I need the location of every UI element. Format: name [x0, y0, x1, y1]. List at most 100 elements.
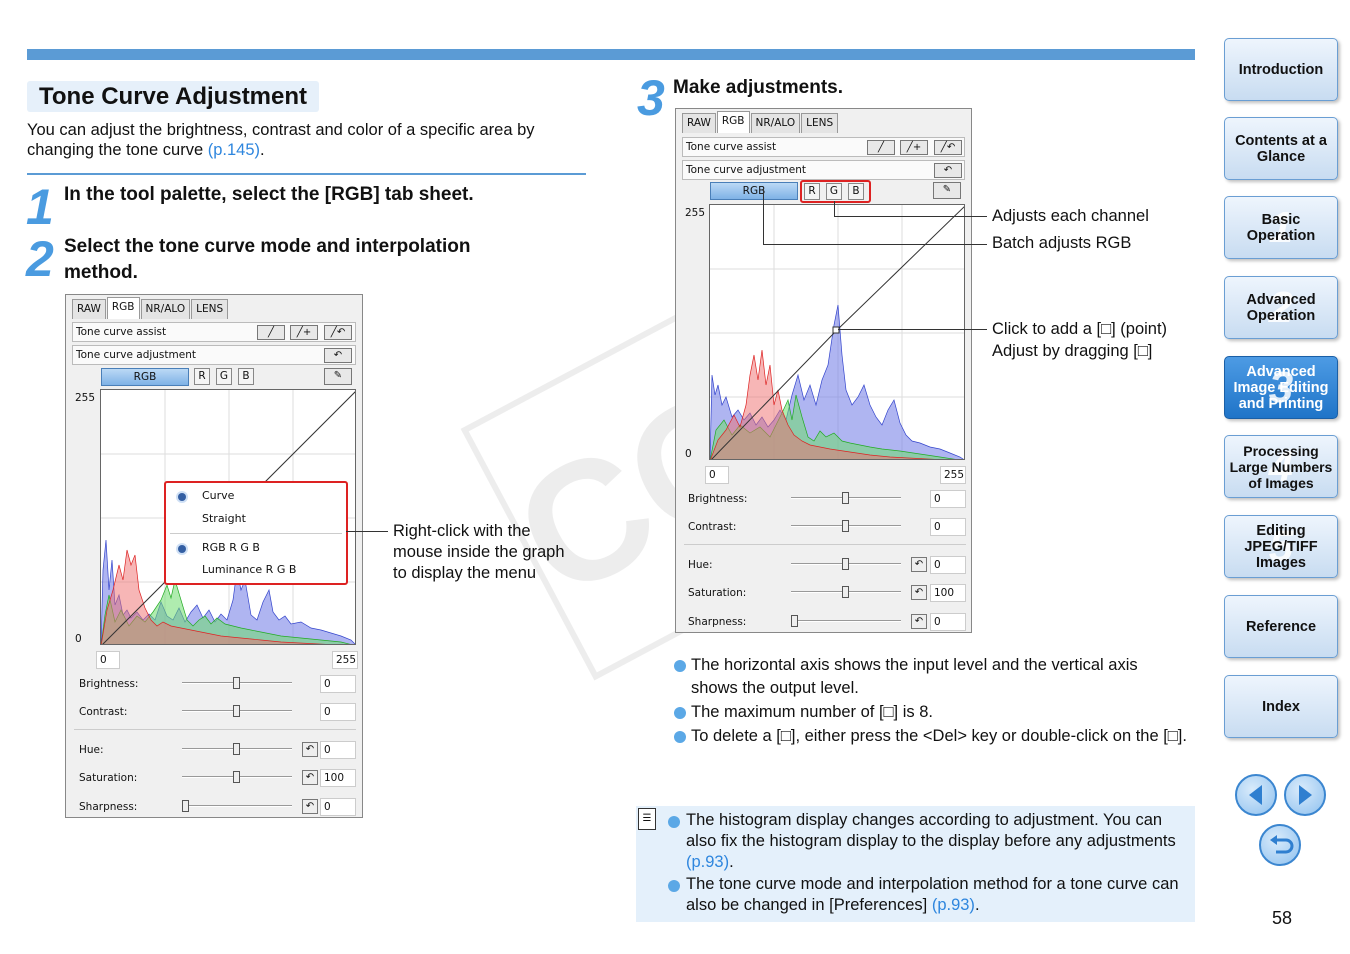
nav-advanced-image-editing[interactable]: 3 Advanced Image Editing and Printing — [1224, 356, 1338, 419]
saturation-value-right[interactable]: 100 — [930, 584, 966, 602]
menu-item-straight[interactable]: Straight — [202, 512, 246, 525]
eyedropper-icon-right[interactable]: ✎ — [933, 182, 961, 199]
note-b2-link[interactable]: (p.93) — [932, 896, 975, 914]
tab-rgb[interactable]: RGB — [106, 297, 140, 319]
channel-g-button-right[interactable]: G — [826, 183, 842, 200]
input-max-field-right[interactable]: 255 — [940, 466, 966, 484]
sharpness-reset-icon-right[interactable]: ↶ — [911, 614, 927, 629]
rgb-mode-button-right[interactable]: RGB — [710, 182, 798, 200]
hue-slider[interactable] — [233, 743, 240, 755]
brightness-value-right[interactable]: 0 — [930, 490, 966, 508]
sharpness-slider[interactable] — [182, 800, 189, 812]
brightness-value[interactable]: 0 — [320, 675, 356, 693]
assist-auto-button[interactable]: ╱ — [257, 325, 285, 340]
output-axis-min: 0 — [75, 633, 82, 645]
sharpness-value-right[interactable]: 0 — [930, 613, 966, 631]
saturation-label: Saturation: — [79, 772, 138, 784]
brightness-label-right: Brightness: — [688, 493, 748, 505]
bullet-dot-icon — [674, 731, 686, 743]
intro-text: You can adjust the brightness, contrast … — [27, 120, 587, 160]
tab-raw-right[interactable]: RAW — [682, 113, 716, 133]
nav-introduction[interactable]: Introduction — [1224, 38, 1338, 101]
channel-b-button[interactable]: B — [238, 368, 254, 385]
input-min-field-right[interactable]: 0 — [705, 466, 729, 484]
tab-lens-right[interactable]: LENS — [801, 113, 839, 133]
tab-nr-alo-right[interactable]: NR/ALO — [750, 113, 801, 133]
sharpness-slider-right[interactable] — [791, 615, 798, 627]
callout-line-rgb-v — [763, 188, 764, 244]
nav-advanced-operation[interactable]: 2 Advanced Operation — [1224, 276, 1338, 339]
memo-icon: ☰ — [638, 808, 656, 830]
menu-item-luminance[interactable]: Luminance R G B — [202, 563, 296, 576]
nav-processing-large[interactable]: 4 Processing Large Numbers of Images — [1224, 435, 1338, 498]
tab-raw[interactable]: RAW — [72, 299, 106, 319]
tone-curve-graph-right[interactable] — [709, 204, 965, 460]
tab-nr-alo[interactable]: NR/ALO — [140, 299, 191, 319]
note-bullet-1: The histogram display changes according … — [668, 810, 1188, 873]
intro-link[interactable]: (p.145) — [208, 141, 260, 159]
nav-reference-label: Reference — [1245, 618, 1317, 635]
hue-reset-icon[interactable]: ↶ — [302, 742, 318, 757]
brightness-slider-right[interactable] — [842, 492, 849, 504]
hue-value-right[interactable]: 0 — [930, 556, 966, 574]
channel-b-button-right[interactable]: B — [848, 183, 864, 200]
contrast-value-right[interactable]: 0 — [930, 518, 966, 536]
tone-curve-reset-button[interactable]: ↶ — [324, 348, 352, 363]
channel-r-button-right[interactable]: R — [804, 183, 820, 200]
contrast-value[interactable]: 0 — [320, 703, 356, 721]
bullet-dot-icon — [674, 707, 686, 719]
saturation-slider-right[interactable] — [842, 586, 849, 598]
input-max-field[interactable]: 255 — [332, 651, 358, 669]
tone-curve-reset-button-right[interactable]: ↶ — [934, 163, 962, 178]
nav-editing-jpeg[interactable]: 5 Editing JPEG/TIFF Images — [1224, 515, 1338, 578]
sharpness-value[interactable]: 0 — [320, 798, 356, 816]
contrast-slider[interactable] — [233, 705, 240, 717]
menu-item-curve[interactable]: Curve — [202, 489, 234, 502]
assist-auto-plus-button[interactable]: ╱+ — [290, 325, 318, 340]
assist-auto-button-right[interactable]: ╱ — [867, 140, 895, 155]
tool-palette-left: RAW RGB NR/ALO LENS Tone curve assist ╱ … — [65, 294, 363, 818]
saturation-reset-icon-right[interactable]: ↶ — [911, 585, 927, 600]
nav-reference[interactable]: Reference — [1224, 595, 1338, 658]
note-b1-link[interactable]: (p.93) — [686, 853, 729, 871]
contrast-label: Contrast: — [79, 706, 128, 718]
hue-value[interactable]: 0 — [320, 741, 356, 759]
input-min-field[interactable]: 0 — [96, 651, 120, 669]
step-1-text: In the tool palette, select the [RGB] ta… — [64, 184, 474, 205]
menu-item-rgb[interactable]: RGB R G B — [202, 541, 260, 554]
nav-introduction-label: Introduction — [1238, 61, 1324, 78]
assist-reset-button-right[interactable]: ╱↶ — [934, 140, 962, 155]
assist-reset-button[interactable]: ╱↶ — [324, 325, 352, 340]
next-page-button[interactable] — [1284, 774, 1326, 816]
saturation-reset-icon[interactable]: ↶ — [302, 770, 318, 785]
nav-advanced-label: Advanced Operation — [1246, 291, 1316, 324]
tab-lens[interactable]: LENS — [191, 299, 229, 319]
channel-r-button[interactable]: R — [194, 368, 210, 385]
nav-index[interactable]: Index — [1224, 675, 1338, 738]
prev-page-button[interactable] — [1235, 774, 1277, 816]
channel-g-button[interactable]: G — [216, 368, 232, 385]
nav-jpeg-label: Editing JPEG/TIFF Images — [1244, 522, 1318, 571]
hue-reset-icon-right[interactable]: ↶ — [911, 557, 927, 572]
callout-batch-rgb: Batch adjusts RGB — [992, 234, 1132, 252]
saturation-value[interactable]: 100 — [320, 769, 356, 787]
tool-palette-right: RAW RGB NR/ALO LENS Tone curve assist ╱ … — [675, 108, 972, 633]
brightness-slider[interactable] — [233, 677, 240, 689]
bullet-axis: The horizontal axis shows the input leve… — [674, 654, 1184, 700]
assist-auto-plus-button-right[interactable]: ╱+ — [900, 140, 928, 155]
sharpness-reset-icon[interactable]: ↶ — [302, 799, 318, 814]
contrast-slider-right[interactable] — [842, 520, 849, 532]
tab-rgb-right[interactable]: RGB — [716, 111, 750, 133]
hue-label-right: Hue: — [688, 559, 713, 571]
rgb-mode-button[interactable]: RGB — [101, 368, 189, 386]
nav-contents[interactable]: Contents at a Glance — [1224, 117, 1338, 180]
back-button[interactable] — [1259, 824, 1301, 866]
nav-basic-operation[interactable]: 1 Basic Operation — [1224, 196, 1338, 259]
eyedropper-icon[interactable]: ✎ — [324, 368, 352, 385]
callout-line-rgb-h — [763, 244, 987, 245]
saturation-slider[interactable] — [233, 771, 240, 783]
callout-line-channel-h — [834, 216, 987, 217]
output-axis-min-right: 0 — [685, 448, 692, 460]
callout-click-add: Click to add a [□] (point) — [992, 320, 1168, 338]
hue-slider-right[interactable] — [842, 558, 849, 570]
